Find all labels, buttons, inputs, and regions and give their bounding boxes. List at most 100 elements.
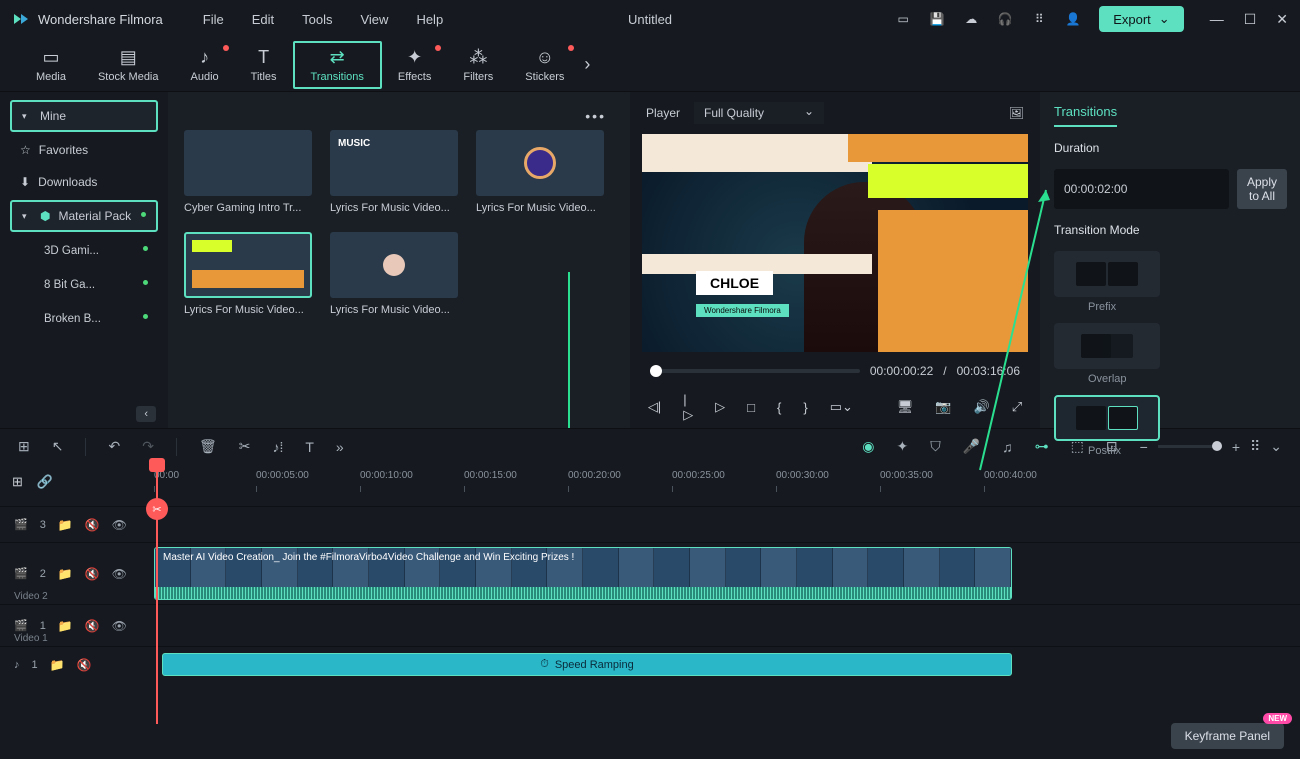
track-lane[interactable]: [138, 507, 1300, 542]
close-button[interactable]: ✕: [1276, 11, 1288, 28]
tab-filters[interactable]: ⁂Filters: [447, 43, 509, 87]
mute-icon[interactable]: 🔇: [85, 619, 100, 633]
menu-file[interactable]: File: [203, 12, 224, 27]
playhead[interactable]: ✂: [156, 464, 158, 724]
track-lane[interactable]: ⏱Speed Ramping: [138, 647, 1300, 682]
visibility-icon[interactable]: 👁: [112, 619, 127, 633]
shield-icon[interactable]: ⛉: [930, 438, 941, 455]
tab-stickers[interactable]: ☺Stickers: [509, 43, 580, 87]
tab-transitions[interactable]: ⇄Transitions: [293, 41, 382, 89]
menu-tools[interactable]: Tools: [302, 12, 332, 27]
sidebar-collapse[interactable]: ‹: [136, 406, 156, 422]
redo-icon[interactable]: ↷: [142, 438, 154, 455]
mark-out-button[interactable]: }: [803, 400, 807, 415]
quality-dropdown[interactable]: Full Quality: [694, 102, 824, 124]
mode-overlap[interactable]: Overlap: [1054, 323, 1286, 385]
cursor-icon[interactable]: ↖: [52, 438, 64, 455]
visibility-icon[interactable]: 👁: [112, 518, 127, 532]
audio-tool-icon[interactable]: ♫: [1002, 439, 1013, 455]
transition-thumb[interactable]: Lyrics For Music Video...: [330, 130, 458, 214]
sparkle-icon[interactable]: ✦: [896, 438, 908, 455]
layout-icon[interactable]: ⊞: [18, 438, 30, 455]
ratio-button[interactable]: ▭⌄: [830, 399, 853, 415]
track-lane[interactable]: Master AI Video Creation_ Join the #Film…: [138, 543, 1300, 604]
sidebar-downloads[interactable]: ⬇Downloads: [10, 168, 158, 196]
magnet-icon[interactable]: ⊶: [1035, 438, 1049, 455]
transition-thumb[interactable]: Lyrics For Music Video...: [476, 130, 604, 214]
video-clip[interactable]: Master AI Video Creation_ Join the #Film…: [154, 547, 1012, 600]
next-frame-button[interactable]: |▷: [683, 392, 693, 423]
tab-effects[interactable]: ✦Effects: [382, 43, 447, 87]
more-tools-icon[interactable]: »: [336, 439, 344, 455]
tabs-scroll-right[interactable]: ›: [584, 54, 590, 75]
undo-icon[interactable]: ↶: [108, 438, 120, 455]
link-icon[interactable]: 🔗: [37, 474, 53, 490]
sidebar-mine[interactable]: ▾Mine: [10, 100, 158, 132]
sidebar-favorites[interactable]: ☆Favorites: [10, 136, 158, 164]
display-icon[interactable]: 🖥: [897, 399, 914, 415]
folder-icon[interactable]: 📁: [58, 567, 73, 581]
headphones-icon[interactable]: 🎧: [997, 11, 1013, 27]
tab-titles[interactable]: TTitles: [235, 43, 293, 87]
menu-help[interactable]: Help: [416, 12, 443, 27]
maximize-button[interactable]: ☐: [1244, 11, 1257, 28]
preview-viewport[interactable]: CHLOE Wondershare Filmora: [642, 134, 1028, 352]
thumb-image: [330, 232, 458, 298]
sidebar-sub-8bit[interactable]: 8 Bit Ga...: [10, 270, 158, 300]
mute-icon[interactable]: 🔇: [85, 518, 100, 532]
export-button[interactable]: Export⌄: [1099, 6, 1183, 32]
delete-icon[interactable]: 🗑: [199, 438, 217, 455]
duration-label: Duration: [1054, 141, 1286, 155]
music-beat-icon[interactable]: ♪⁞: [272, 439, 283, 455]
duration-input[interactable]: [1054, 169, 1229, 209]
apply-all-button[interactable]: Apply to All: [1237, 169, 1287, 209]
mode-prefix[interactable]: Prefix: [1054, 251, 1286, 313]
folder-icon[interactable]: 📁: [58, 619, 73, 633]
transition-thumb[interactable]: Cyber Gaming Intro Tr...: [184, 130, 312, 214]
folder-icon[interactable]: 📁: [58, 518, 73, 532]
play-button[interactable]: ▷: [715, 399, 725, 415]
menu-edit[interactable]: Edit: [252, 12, 274, 27]
account-icon[interactable]: 👤: [1065, 11, 1081, 27]
time-ruler[interactable]: 00:00 00:00:05:00 00:00:10:00 00:00:15:0…: [138, 470, 1300, 506]
device-icon[interactable]: ▭: [895, 11, 911, 27]
camera-icon[interactable]: 📷: [935, 399, 951, 415]
speed-ramping-clip[interactable]: ⏱Speed Ramping: [162, 653, 1012, 676]
sidebar-material-pack[interactable]: ▾⬢Material Pack: [10, 200, 158, 232]
prev-frame-button[interactable]: ◁|: [648, 399, 661, 415]
transition-thumb-selected[interactable]: Lyrics For Music Video...: [184, 232, 312, 316]
mute-icon[interactable]: 🔇: [77, 658, 92, 672]
fullscreen-icon[interactable]: ⤢: [1012, 399, 1022, 415]
menu-view[interactable]: View: [360, 12, 388, 27]
mute-icon[interactable]: 🔇: [85, 567, 100, 581]
minimize-button[interactable]: —: [1210, 11, 1224, 28]
track-add-icon[interactable]: ⊞: [12, 474, 23, 490]
ai-icon[interactable]: ◉: [862, 438, 874, 455]
snapshot-icon[interactable]: 🖼: [1009, 106, 1024, 120]
seek-handle[interactable]: [650, 365, 662, 377]
mic-icon[interactable]: 🎤: [963, 438, 980, 455]
cloud-icon[interactable]: ☁: [963, 11, 979, 27]
tab-audio[interactable]: ♪Audio: [175, 43, 235, 87]
track-lane[interactable]: [138, 605, 1300, 646]
zoom-slider[interactable]: [1158, 445, 1222, 448]
transition-thumb[interactable]: Lyrics For Music Video...: [330, 232, 458, 316]
stop-button[interactable]: □: [747, 400, 755, 415]
tab-media[interactable]: ▭Media: [20, 43, 82, 87]
apps-icon[interactable]: ⠿: [1031, 11, 1047, 27]
folder-icon[interactable]: 📁: [50, 658, 65, 672]
visibility-icon[interactable]: 👁: [112, 567, 127, 581]
tab-stock-media[interactable]: ▤Stock Media: [82, 43, 175, 87]
mark-in-button[interactable]: {: [777, 400, 781, 415]
volume-icon[interactable]: 🔊: [974, 399, 990, 415]
seek-slider[interactable]: [650, 369, 860, 373]
playhead-split-icon[interactable]: ✂: [146, 498, 168, 520]
more-icon[interactable]: •••: [585, 108, 606, 124]
props-tab-transitions[interactable]: Transitions: [1054, 104, 1117, 127]
sidebar-sub-broken[interactable]: Broken B...: [10, 304, 158, 334]
keyframe-panel-button[interactable]: Keyframe Panel NEW: [1171, 723, 1284, 749]
text-icon[interactable]: T: [305, 439, 314, 455]
save-icon[interactable]: 💾: [929, 11, 945, 27]
split-icon[interactable]: ✂: [239, 438, 251, 455]
sidebar-sub-3d-gaming[interactable]: 3D Gami...: [10, 236, 158, 266]
